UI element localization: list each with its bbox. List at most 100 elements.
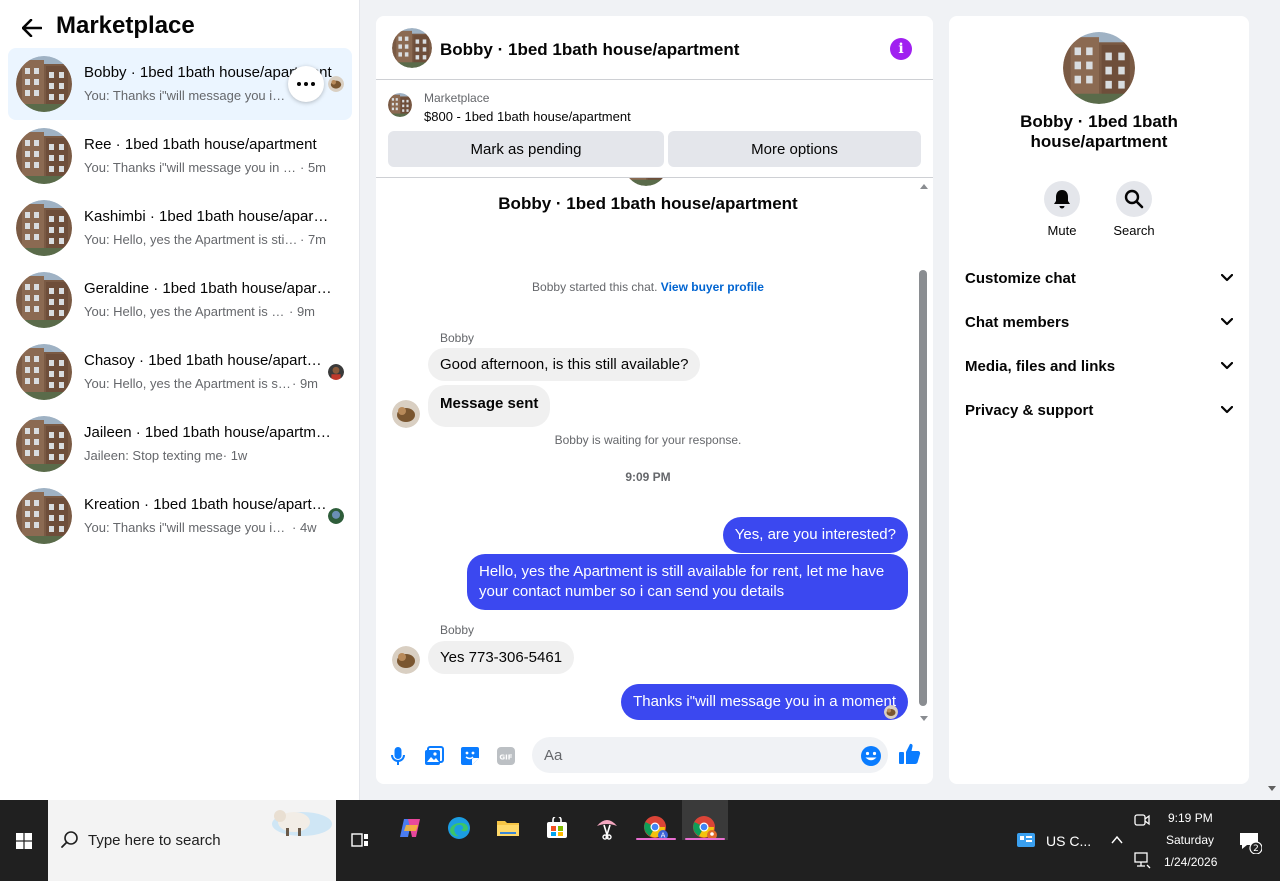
sender-avatar[interactable] [392,400,420,428]
microsoft-store-taskbar-button[interactable] [537,808,577,848]
conversation-more-button[interactable] [288,66,324,102]
chrome-profile-a-taskbar-button[interactable]: A [636,808,676,848]
copilot-taskbar-button[interactable] [390,808,430,848]
media-files-links-section[interactable]: Media, files and links [957,346,1241,386]
info-avatar[interactable] [1063,32,1135,104]
conversation-preview: Jaileen: Stop texting me · 1w [84,448,334,463]
search-conversation-button[interactable]: Search [1104,181,1164,238]
start-button[interactable] [0,800,48,881]
conversation-name: Ree · 1bed 1bath house/apartment [84,136,317,153]
conversation-snippet: You: Hello, yes the Apartment is still a… [84,232,300,247]
emoji-icon [861,746,881,766]
network-icon[interactable] [1133,851,1151,869]
listing-price-title[interactable]: $800 - 1bed 1bath house/apartment [424,109,631,124]
incoming-message[interactable]: Message sent [428,385,551,427]
notification-icon: 2 [1240,833,1263,855]
conversation-list: Bobby · 1bed 1bath house/apartment You: … [8,48,352,552]
chat-header-avatar[interactable] [392,28,432,68]
more-options-button[interactable]: More options [668,131,921,167]
file-explorer-taskbar-button[interactable] [488,808,528,848]
edge-browser-icon [448,817,470,839]
time-separator: 9:09 PM [625,470,671,484]
outgoing-message[interactable]: Yes, are you interested? [722,517,908,553]
conversation-name: Kashimbi · 1bed 1bath house/apartment [84,208,332,225]
back-button[interactable] [20,16,44,40]
clock-time[interactable]: 9:19 PM [1168,811,1213,825]
conversation-name: Chasoy · 1bed 1bath house/apartment [84,352,332,369]
sticker-button[interactable] [458,744,482,768]
search-circle [1116,181,1152,217]
conversation-time: · 4w [292,520,317,535]
conversation-item[interactable]: Bobby · 1bed 1bath house/apartment You: … [8,48,352,120]
section-label: Media, files and links [965,357,1116,375]
task-view-button[interactable] [340,820,380,860]
conversation-time: · 5m [300,160,326,175]
meet-now-icon[interactable] [1133,811,1151,829]
attach-image-button[interactable] [422,744,446,768]
conversation-time: · 1w [222,448,248,463]
store-icon [547,817,567,838]
emoji-button[interactable] [860,745,882,767]
conversation-item[interactable]: Kreation · 1bed 1bath house/apartment Yo… [8,480,352,552]
conversation-snippet: You: Hello, yes the Apartment is still a… [84,304,289,319]
conversation-item[interactable]: Kashimbi · 1bed 1bath house/apartment Yo… [8,192,352,264]
incoming-message[interactable]: Yes 773-306-5461 [428,641,575,674]
mark-as-pending-button[interactable]: Mark as pending [388,131,664,167]
message-scrollbar[interactable] [918,184,930,724]
conversation-preview: You: Hello, yes the Apartment is still a… [84,376,334,391]
chevron-down-icon [1221,362,1233,370]
weather-icon[interactable] [1016,830,1036,850]
image-icon [425,746,444,765]
clock-date[interactable]: 1/24/2026 [1164,855,1217,869]
send-like-button[interactable] [898,742,924,768]
chevron-down-icon [1221,406,1233,414]
listing-avatar [16,488,72,544]
search-label: Search [1113,223,1155,238]
chrome-profile-b-taskbar-button[interactable] [685,808,725,848]
page-scroll-down-arrow[interactable] [1268,786,1276,791]
chat-panel: Bobby · 1bed 1bath house/apartment i Mar… [376,16,933,784]
outgoing-message[interactable]: Thanks i"will message you in a moment [621,684,908,720]
sender-avatar[interactable] [392,646,420,674]
chat-header-title[interactable]: Bobby · 1bed 1bath house/apartment [440,40,739,60]
conversation-item[interactable]: Geraldine · 1bed 1bath house/apartment Y… [8,264,352,336]
windows-taskbar: Type here to search A US C... 9:19 PM Sa… [0,800,1280,881]
voice-clip-button[interactable] [386,744,410,768]
gif-icon: GIF [497,747,515,765]
mute-button[interactable]: Mute [1032,181,1092,238]
outgoing-message[interactable]: Hello, yes the Apartment is still availa… [467,554,908,610]
scroll-thumb[interactable] [919,270,927,706]
info-icon[interactable]: i [890,38,912,60]
scroll-down-arrow[interactable] [920,716,928,721]
view-buyer-profile-link[interactable]: View buyer profile [661,280,764,294]
conversation-item[interactable]: Ree · 1bed 1bath house/apartment You: Th… [8,120,352,192]
scroll-up-arrow[interactable] [920,184,928,189]
clock-day[interactable]: Saturday [1166,833,1214,847]
conversation-snippet: You: Hello, yes the Apartment is still a… [84,376,292,391]
section-label: Customize chat [965,269,1076,287]
conversation-name: Geraldine · 1bed 1bath house/apartment [84,280,332,297]
chat-members-section[interactable]: Chat members [957,302,1241,342]
edge-taskbar-button[interactable] [439,808,479,848]
privacy-support-section[interactable]: Privacy & support [957,390,1241,430]
taskbar-search-box[interactable]: Type here to search [48,800,336,881]
search-icon [1124,189,1144,209]
chevron-up-icon[interactable] [1110,833,1124,847]
notification-count: 2 [1253,844,1259,854]
gif-button[interactable]: GIF [494,744,518,768]
conversation-item[interactable]: Chasoy · 1bed 1bath house/apartment You:… [8,336,352,408]
notification-center-button[interactable]: 2 [1238,830,1263,855]
message-input[interactable] [532,737,888,773]
sender-name: Bobby [440,331,475,345]
mute-label: Mute [1047,223,1077,238]
conversation-snippet: You: Thanks i"will message you in a mome… [84,88,292,103]
section-label: Privacy & support [965,401,1094,419]
sidebar-header: Marketplace [0,0,360,48]
conversation-item[interactable]: Jaileen · 1bed 1bath house/apartment Jai… [8,408,352,480]
incoming-message[interactable]: Good afternoon, is this still available? [428,348,701,381]
snipping-tool-taskbar-button[interactable] [587,808,627,848]
customize-chat-section[interactable]: Customize chat [957,258,1241,298]
listing-thumbnail[interactable] [388,93,412,117]
weather-text[interactable]: US C... [1046,833,1091,849]
windows-start-icon [16,832,32,849]
